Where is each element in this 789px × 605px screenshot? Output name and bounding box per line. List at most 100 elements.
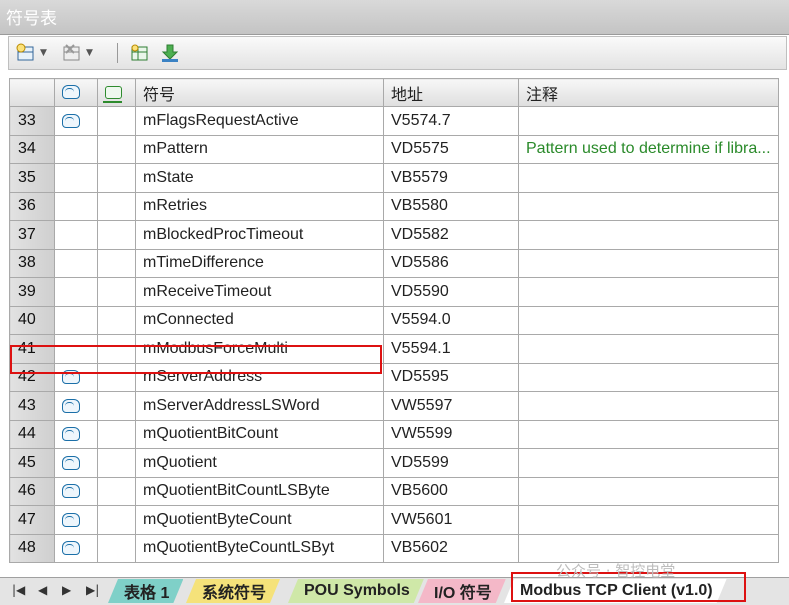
status-cell[interactable] <box>54 220 98 250</box>
tab-modbus-tcp-client[interactable]: Modbus TCP Client (v1.0) <box>504 579 727 603</box>
address-cell[interactable]: VD5575 <box>383 134 519 164</box>
status-cell[interactable] <box>54 248 98 278</box>
symbol-cell[interactable]: mTimeDifference <box>135 248 384 278</box>
comment-cell[interactable]: Pattern used to determine if libra... <box>518 134 779 164</box>
column-header-status[interactable] <box>54 78 98 107</box>
next-tab-icon[interactable]: ▶ <box>62 583 71 597</box>
comment-cell[interactable] <box>518 391 779 421</box>
table-row[interactable]: 41 mModbusForceMulti V5594.1 <box>9 334 779 364</box>
tab-system-symbols[interactable]: 系统符号 <box>186 579 280 603</box>
monitor-cell[interactable] <box>97 134 136 164</box>
monitor-cell[interactable] <box>97 248 136 278</box>
monitor-cell[interactable] <box>97 163 136 193</box>
status-cell[interactable] <box>54 106 98 136</box>
table-row[interactable]: 42 mServerAddress VD5595 <box>9 362 779 392</box>
monitor-cell[interactable] <box>97 476 136 506</box>
monitor-cell[interactable] <box>97 419 136 449</box>
address-cell[interactable]: VD5586 <box>383 248 519 278</box>
address-cell[interactable]: VD5599 <box>383 448 519 478</box>
address-cell[interactable]: VB5600 <box>383 476 519 506</box>
comment-cell[interactable] <box>518 163 779 193</box>
symbol-cell[interactable]: mQuotientBitCount <box>135 419 384 449</box>
address-cell[interactable]: VB5579 <box>383 163 519 193</box>
monitor-cell[interactable] <box>97 106 136 136</box>
comment-cell[interactable] <box>518 448 779 478</box>
monitor-cell[interactable] <box>97 391 136 421</box>
symbol-cell[interactable]: mConnected <box>135 305 384 335</box>
symbol-cell[interactable]: mQuotientByteCount <box>135 505 384 535</box>
column-header-comment[interactable]: 注释 <box>518 78 779 107</box>
status-cell[interactable] <box>54 334 98 364</box>
symbol-cell[interactable]: mServerAddress <box>135 362 384 392</box>
table-row[interactable]: 39 mReceiveTimeout VD5590 <box>9 277 779 307</box>
address-cell[interactable]: VD5582 <box>383 220 519 250</box>
table-row[interactable]: 37 mBlockedProcTimeout VD5582 <box>9 220 779 250</box>
symbol-cell[interactable]: mQuotientBitCountLSByte <box>135 476 384 506</box>
table-row[interactable]: 33 mFlagsRequestActive V5574.7 <box>9 106 779 136</box>
symbol-cell[interactable]: mQuotientByteCountLSByt <box>135 533 384 563</box>
status-cell[interactable] <box>54 277 98 307</box>
status-cell[interactable] <box>54 163 98 193</box>
comment-cell[interactable] <box>518 191 779 221</box>
comment-cell[interactable] <box>518 220 779 250</box>
table-row[interactable]: 40 mConnected V5594.0 <box>9 305 779 335</box>
monitor-cell[interactable] <box>97 220 136 250</box>
status-cell[interactable] <box>54 305 98 335</box>
comment-cell[interactable] <box>518 305 779 335</box>
table-row[interactable]: 48 mQuotientByteCountLSByt VB5602 <box>9 533 779 563</box>
symbol-cell[interactable]: mBlockedProcTimeout <box>135 220 384 250</box>
insert-button[interactable]: ▼ <box>15 41 47 65</box>
table-row[interactable]: 46 mQuotientBitCountLSByte VB5600 <box>9 476 779 506</box>
symbol-cell[interactable]: mReceiveTimeout <box>135 277 384 307</box>
symbol-cell[interactable]: mQuotient <box>135 448 384 478</box>
status-cell[interactable] <box>54 191 98 221</box>
status-cell[interactable] <box>54 505 98 535</box>
status-cell[interactable] <box>54 419 98 449</box>
monitor-cell[interactable] <box>97 191 136 221</box>
comment-cell[interactable] <box>518 419 779 449</box>
status-cell[interactable] <box>54 448 98 478</box>
comment-cell[interactable] <box>518 248 779 278</box>
comment-cell[interactable] <box>518 334 779 364</box>
prev-tab-icon[interactable]: ◀ <box>38 583 47 597</box>
column-header-unused[interactable] <box>97 78 136 107</box>
address-cell[interactable]: VW5601 <box>383 505 519 535</box>
table-row[interactable]: 34 mPattern VD5575 Pattern used to determin… <box>9 134 779 164</box>
monitor-cell[interactable] <box>97 448 136 478</box>
address-cell[interactable]: V5594.0 <box>383 305 519 335</box>
symbol-cell[interactable]: mModbusForceMulti <box>135 334 384 364</box>
comment-cell[interactable] <box>518 106 779 136</box>
comment-cell[interactable] <box>518 505 779 535</box>
apply-button[interactable] <box>159 41 181 65</box>
table-row[interactable]: 44 mQuotientBitCount VW5599 <box>9 419 779 449</box>
status-cell[interactable] <box>54 391 98 421</box>
symbol-cell[interactable]: mRetries <box>135 191 384 221</box>
tab-pou-symbols[interactable]: POU Symbols <box>288 579 424 603</box>
comment-cell[interactable] <box>518 476 779 506</box>
address-cell[interactable]: V5594.1 <box>383 334 519 364</box>
comment-cell[interactable] <box>518 533 779 563</box>
tab-table-1[interactable]: 表格 1 <box>108 579 183 603</box>
monitor-cell[interactable] <box>97 362 136 392</box>
row-number-header[interactable] <box>9 78 55 107</box>
delete-button[interactable]: ▼ <box>61 41 93 65</box>
address-cell[interactable]: VD5590 <box>383 277 519 307</box>
column-header-address[interactable]: 地址 <box>383 78 519 107</box>
table-row[interactable]: 43 mServerAddressLSWord VW5597 <box>9 391 779 421</box>
monitor-cell[interactable] <box>97 533 136 563</box>
tab-io-symbols[interactable]: I/O 符号 <box>418 579 506 603</box>
column-header-symbol[interactable]: 符号 <box>135 78 384 107</box>
address-cell[interactable]: VB5580 <box>383 191 519 221</box>
table-row[interactable]: 47 mQuotientByteCount VW5601 <box>9 505 779 535</box>
first-tab-icon[interactable]: |◀ <box>12 583 25 597</box>
status-cell[interactable] <box>54 533 98 563</box>
monitor-cell[interactable] <box>97 505 136 535</box>
address-cell[interactable]: VW5599 <box>383 419 519 449</box>
status-cell[interactable] <box>54 476 98 506</box>
address-cell[interactable]: VB5602 <box>383 533 519 563</box>
table-row[interactable]: 45 mQuotient VD5599 <box>9 448 779 478</box>
monitor-cell[interactable] <box>97 277 136 307</box>
create-table-button[interactable] <box>129 41 151 65</box>
comment-cell[interactable] <box>518 277 779 307</box>
table-row[interactable]: 36 mRetries VB5580 <box>9 191 779 221</box>
